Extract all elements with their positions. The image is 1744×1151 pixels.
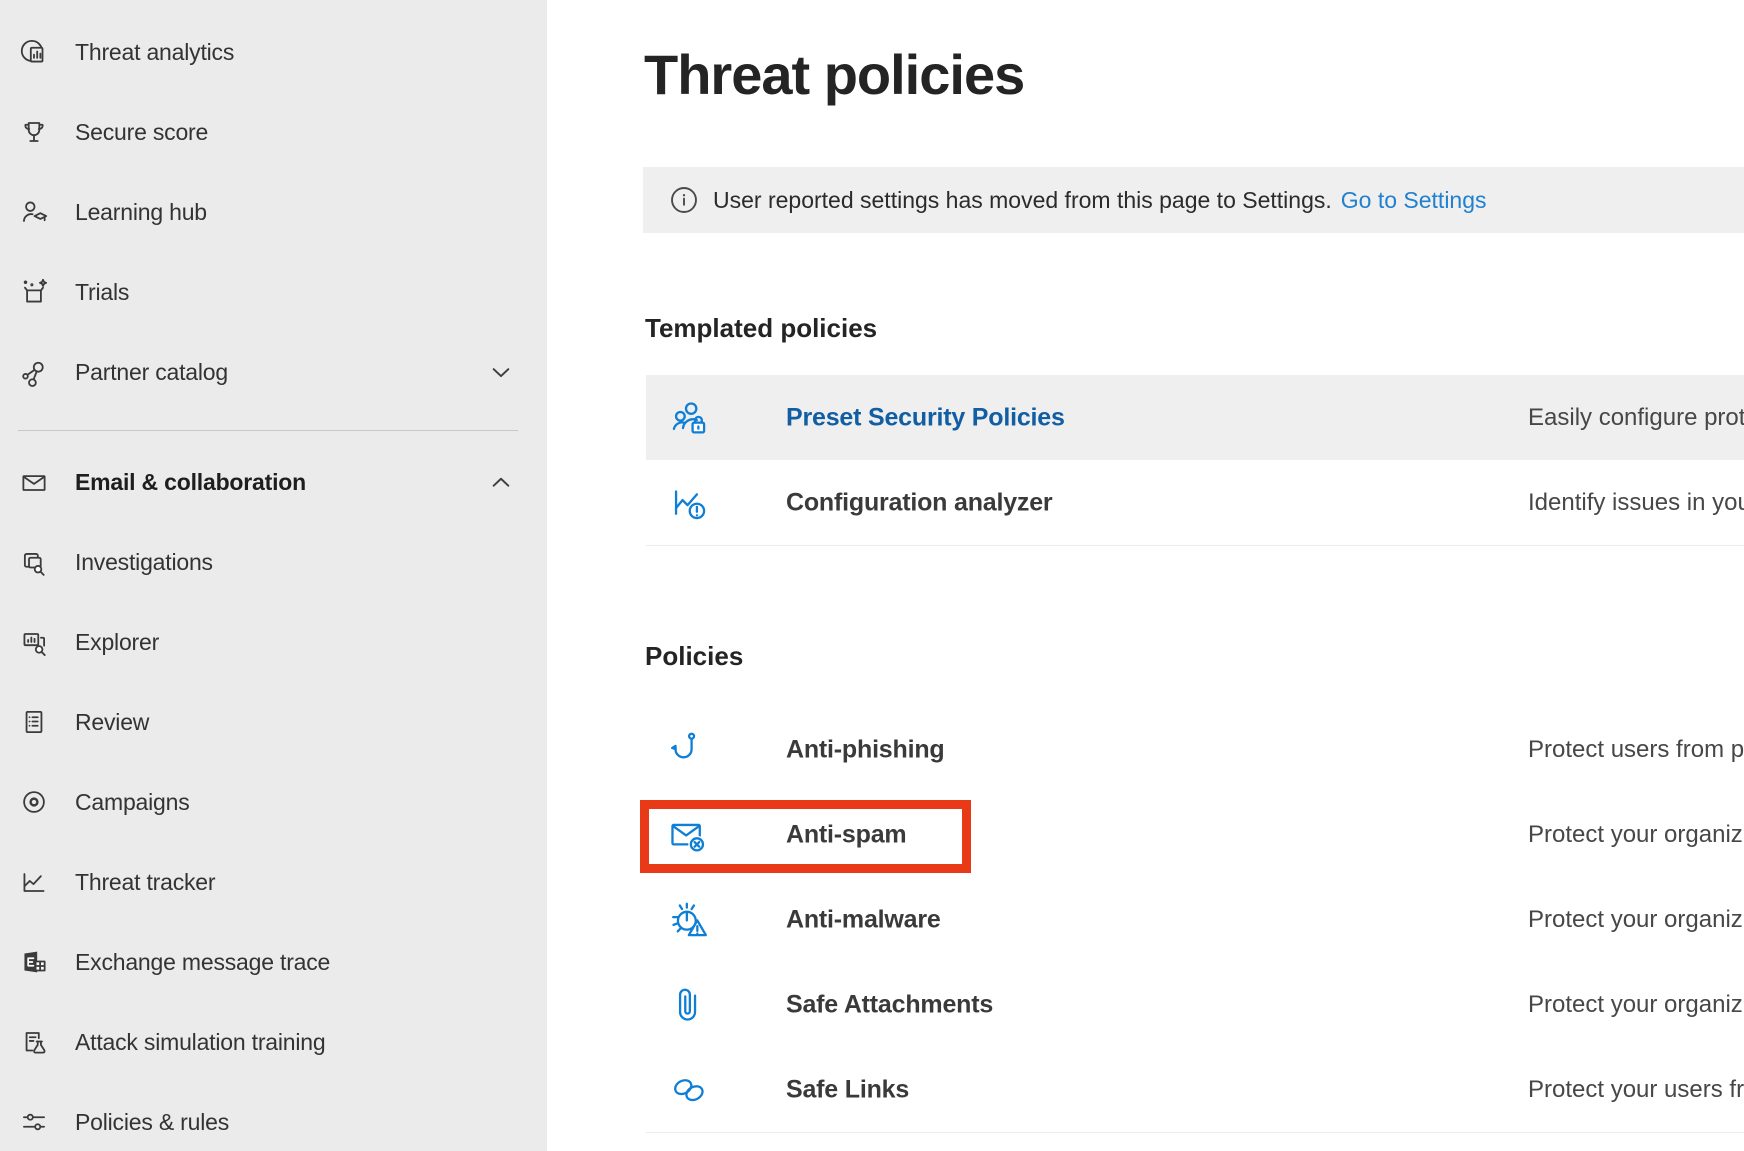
- trials-icon: [17, 275, 51, 309]
- sidebar-item-label: Campaigns: [75, 789, 190, 816]
- row-label[interactable]: Configuration analyzer: [786, 488, 1052, 517]
- row-anti-malware[interactable]: Anti-malware Protect your organiz: [646, 877, 1744, 963]
- sidebar-item-exchange-message-trace[interactable]: Exchange message trace: [0, 930, 547, 994]
- fish-hook-icon: [666, 727, 712, 773]
- page-title: Threat policies: [644, 42, 1024, 107]
- row-safe-attachments[interactable]: Safe Attachments Protect your organiz: [646, 962, 1744, 1048]
- sidebar-item-attack-simulation-training[interactable]: Attack simulation training: [0, 1010, 547, 1074]
- bug-warning-icon: [666, 897, 712, 943]
- sidebar-item-campaigns[interactable]: Campaigns: [0, 770, 547, 834]
- row-description: Protect your organiz: [1528, 821, 1743, 849]
- paperclip-icon: [666, 982, 712, 1028]
- exchange-icon: [17, 945, 51, 979]
- sidebar-item-policies-rules[interactable]: Policies & rules: [0, 1090, 547, 1151]
- threat-policies-page: Threat analytics Secure score: [0, 0, 1744, 1151]
- sliders-icon: [17, 1105, 51, 1139]
- attack-simulation-icon: [17, 1025, 51, 1059]
- info-banner: User reported settings has moved from th…: [643, 167, 1744, 233]
- preset-security-icon: [666, 395, 712, 441]
- chain-links-icon: [666, 1067, 712, 1113]
- review-icon: [17, 705, 51, 739]
- threat-tracker-icon: [17, 865, 51, 899]
- row-description: Protect your users fr: [1528, 1076, 1744, 1104]
- sidebar-item-investigations[interactable]: Investigations: [0, 530, 547, 594]
- sidebar-item-trials[interactable]: Trials: [0, 260, 547, 324]
- sidebar-item-explorer[interactable]: Explorer: [0, 610, 547, 674]
- row-label[interactable]: Anti-malware: [786, 905, 941, 934]
- row-preset-security-policies[interactable]: Preset Security Policies Easily configur…: [646, 375, 1744, 460]
- row-label[interactable]: Anti-spam: [786, 820, 906, 849]
- sidebar-item-label: Learning hub: [75, 199, 207, 226]
- row-description: Protect your organiz: [1528, 991, 1743, 1019]
- partner-catalog-icon: [17, 355, 51, 389]
- learning-hub-icon: [17, 195, 51, 229]
- templated-policies-heading: Templated policies: [645, 313, 877, 344]
- sidebar-item-label: Policies & rules: [75, 1109, 229, 1136]
- sidebar-item-label: Partner catalog: [75, 359, 228, 386]
- info-icon: [670, 186, 698, 214]
- row-label[interactable]: Safe Attachments: [786, 990, 993, 1019]
- row-anti-phishing[interactable]: Anti-phishing Protect users from p: [646, 707, 1744, 793]
- go-to-settings-link[interactable]: Go to Settings: [1341, 187, 1487, 214]
- row-anti-spam[interactable]: Anti-spam Protect your organiz: [646, 792, 1744, 878]
- chevron-up-icon[interactable]: [488, 469, 514, 495]
- envelope-icon: [17, 465, 51, 499]
- sidebar: Threat analytics Secure score: [0, 0, 547, 1151]
- sidebar-item-label: Explorer: [75, 629, 159, 656]
- sidebar-item-label: Exchange message trace: [75, 949, 330, 976]
- sidebar-item-label: Email & collaboration: [75, 469, 306, 496]
- sidebar-item-partner-catalog[interactable]: Partner catalog: [0, 340, 547, 404]
- row-configuration-analyzer[interactable]: Configuration analyzer Identify issues i…: [646, 460, 1744, 546]
- row-safe-links[interactable]: Safe Links Protect your users fr: [646, 1047, 1744, 1133]
- policies-heading: Policies: [645, 641, 743, 672]
- row-description: Protect users from p: [1528, 736, 1744, 764]
- sidebar-item-email-collaboration[interactable]: Email & collaboration: [0, 450, 547, 514]
- threat-analytics-icon: [17, 35, 51, 69]
- row-description: Easily configure prot: [1528, 404, 1744, 432]
- sidebar-item-label: Attack simulation training: [75, 1029, 325, 1056]
- row-label[interactable]: Preset Security Policies: [786, 403, 1065, 432]
- sidebar-item-threat-tracker[interactable]: Threat tracker: [0, 850, 547, 914]
- sidebar-item-secure-score[interactable]: Secure score: [0, 100, 547, 164]
- sidebar-item-label: Review: [75, 709, 149, 736]
- configuration-analyzer-icon: [666, 480, 712, 526]
- sidebar-item-threat-analytics[interactable]: Threat analytics: [0, 20, 547, 84]
- chevron-down-icon[interactable]: [488, 359, 514, 385]
- explorer-icon: [17, 625, 51, 659]
- row-label[interactable]: Safe Links: [786, 1075, 909, 1104]
- row-description: Identify issues in you: [1528, 489, 1744, 517]
- investigations-icon: [17, 545, 51, 579]
- sidebar-item-label: Threat analytics: [75, 39, 234, 66]
- sidebar-divider: [18, 430, 518, 431]
- sidebar-item-label: Trials: [75, 279, 129, 306]
- banner-message: User reported settings has moved from th…: [713, 187, 1332, 214]
- sidebar-item-label: Secure score: [75, 119, 208, 146]
- campaigns-icon: [17, 785, 51, 819]
- row-description: Protect your organiz: [1528, 906, 1743, 934]
- envelope-block-icon: [666, 812, 712, 858]
- sidebar-item-label: Investigations: [75, 549, 213, 576]
- row-label[interactable]: Anti-phishing: [786, 735, 944, 764]
- sidebar-item-label: Threat tracker: [75, 869, 215, 896]
- sidebar-item-learning-hub[interactable]: Learning hub: [0, 180, 547, 244]
- trophy-icon: [17, 115, 51, 149]
- sidebar-item-review[interactable]: Review: [0, 690, 547, 754]
